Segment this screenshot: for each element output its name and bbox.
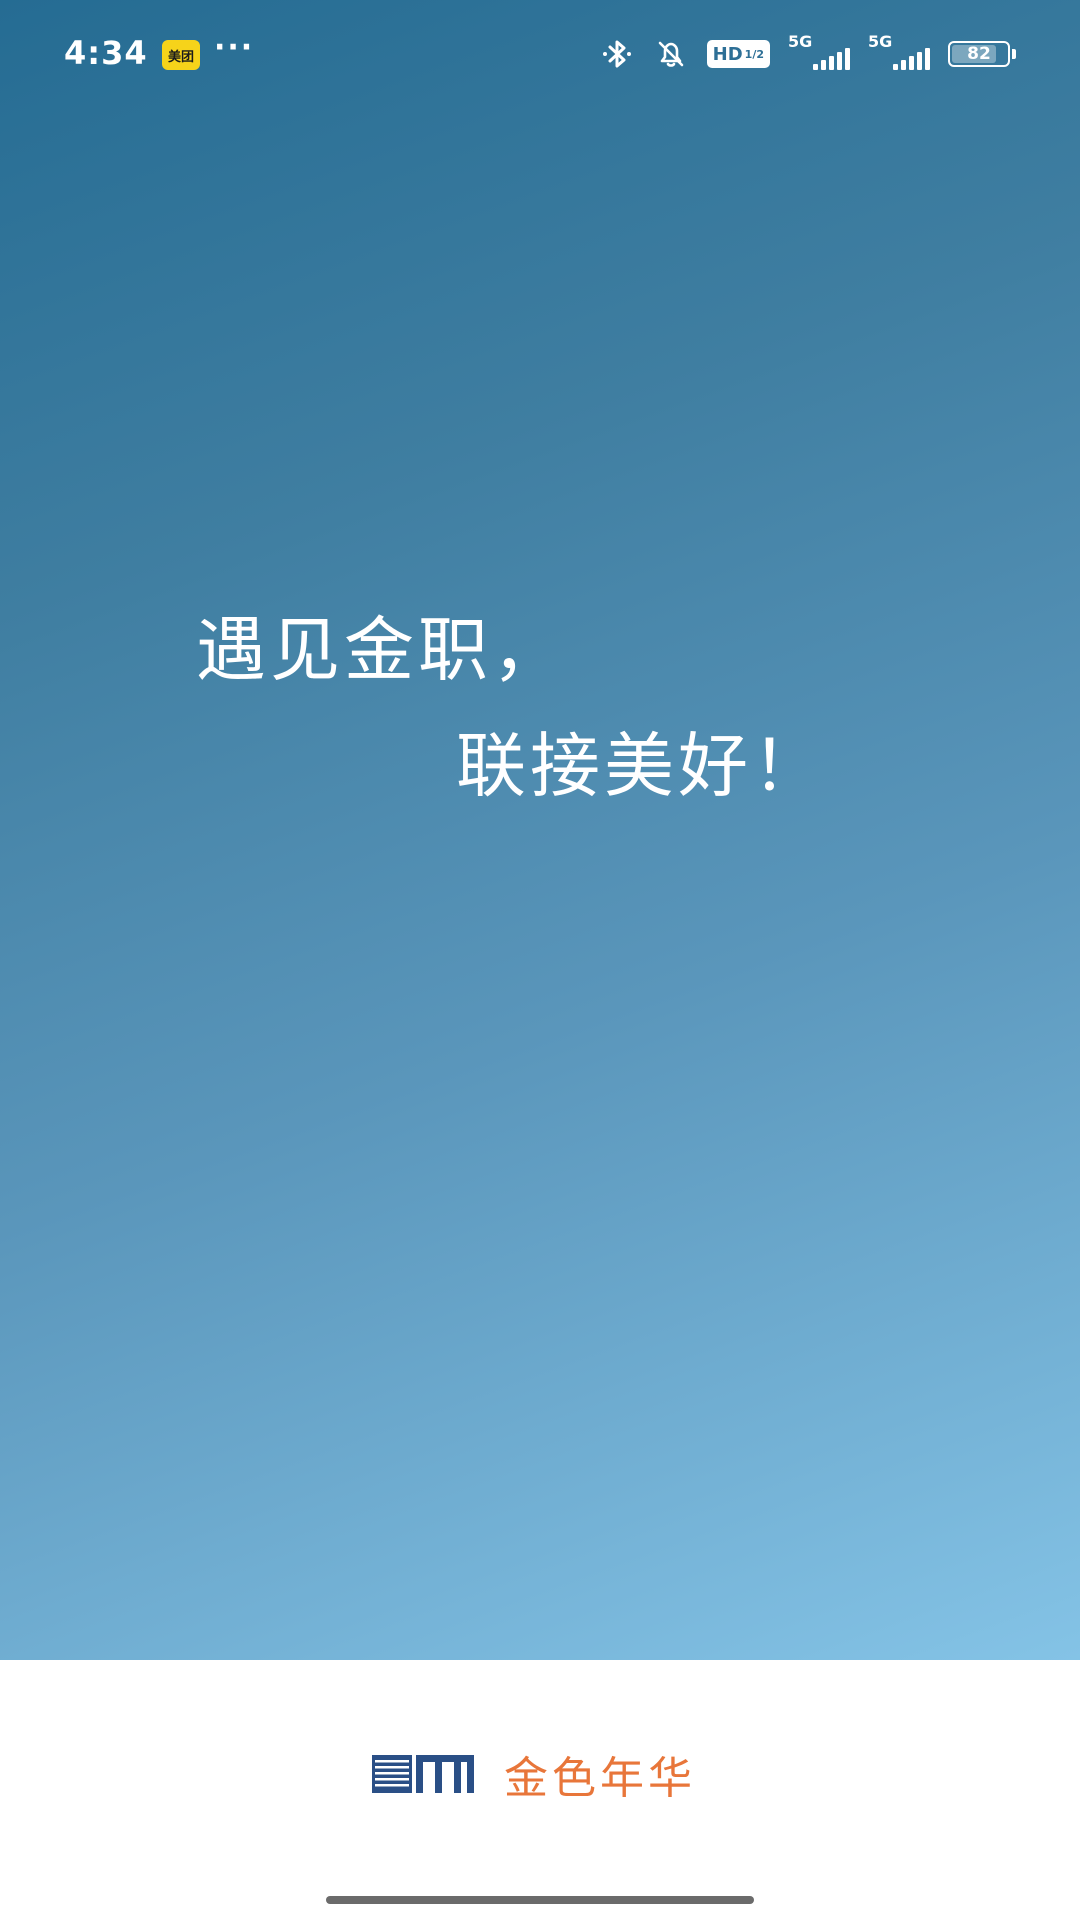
status-icons: HD 1/2 5G 5G 82 [599,32,1016,72]
brand-logo-icon [372,1755,474,1793]
splash-screen: 4:34 美团 ··· HD 1/2 5G 5G 82 遇见金职， 联接美好！ … [0,0,1080,1920]
brand-name: 金色年华 [504,1753,696,1804]
bluetooth-icon [599,36,635,72]
splash-background: 4:34 美团 ··· HD 1/2 5G 5G 82 遇见金职， 联接美好！ [0,0,1080,1660]
signal-5g-icon: 5G [868,32,930,72]
meituan-app-icon: 美团 [162,40,200,70]
status-bar: 4:34 美团 ··· HD 1/2 5G 5G 82 [0,0,1080,110]
brand-footer: 金色年华 [372,1744,696,1804]
hd-voice-icon: HD 1/2 [706,40,770,68]
slogan-line-2: 联接美好！ [456,725,826,807]
more-notifications-icon: ··· [214,30,255,65]
slogan-line-1: 遇见金职， [196,609,566,691]
mute-bell-icon [653,36,689,72]
battery-percent: 82 [967,44,991,64]
battery-icon: 82 [948,41,1016,67]
signal-5g-icon: 5G [788,32,850,72]
home-indicator[interactable] [326,1896,754,1904]
status-time: 4:34 [64,34,148,72]
